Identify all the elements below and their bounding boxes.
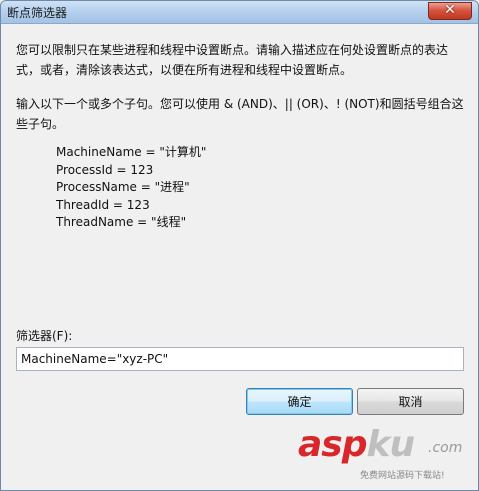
example-clauses: MachineName = "计算机" ProcessId = 123 Proc… xyxy=(56,144,206,232)
example-clause-threadid: ThreadId = 123 xyxy=(56,197,150,212)
description-text: 您可以限制只在某些进程和线程中设置断点。请输入描述应在何处设置断点的表达式，或者… xyxy=(16,43,449,77)
ok-button[interactable]: 确定 xyxy=(246,388,353,415)
example-clause-processname: ProcessName = "进程" xyxy=(56,180,190,194)
watermark-asp: asp xyxy=(298,424,367,465)
filter-input[interactable] xyxy=(16,347,464,371)
watermark-domain: .com xyxy=(428,440,463,456)
close-icon: ✕ xyxy=(444,2,456,18)
window-title: 断点筛选器 xyxy=(7,6,68,20)
example-clause-processid: ProcessId = 123 xyxy=(56,162,154,177)
watermark-subtitle: 免费网站源码下载站! xyxy=(360,471,445,481)
clause-instructions: 输入以下一个或多个子句。您可以使用 & (AND)、|| (OR)、! (NOT… xyxy=(16,97,464,131)
close-button[interactable]: ✕ xyxy=(428,2,472,20)
watermark-text: aspku xyxy=(298,424,416,465)
example-clause-machinename: MachineName = "计算机" xyxy=(56,145,207,159)
breakpoint-filter-dialog: 断点筛选器 ✕ 您可以限制只在某些进程和线程中设置断点。请输入描述应在何处设置断… xyxy=(0,0,479,491)
watermark-ku: ku xyxy=(366,424,416,465)
dialog-body: 您可以限制只在某些进程和线程中设置断点。请输入描述应在何处设置断点的表达式，或者… xyxy=(1,24,478,490)
title-bar[interactable]: 断点筛选器 ✕ xyxy=(1,1,478,24)
filter-label: 筛选器(F): xyxy=(16,329,73,343)
example-clause-threadname: ThreadName = "线程" xyxy=(56,215,187,229)
cancel-button[interactable]: 取消 xyxy=(357,388,464,415)
site-watermark-logo: aspku .com 免费网站源码下载站! xyxy=(298,424,470,484)
